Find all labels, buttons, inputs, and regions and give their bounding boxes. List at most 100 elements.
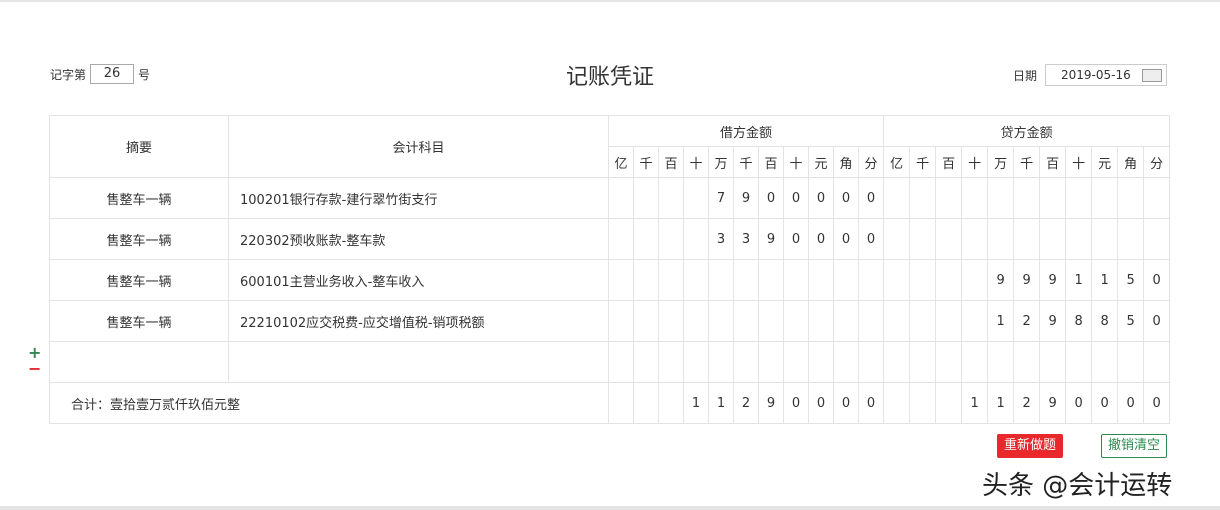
credit-digit-cell[interactable]: 8	[1065, 300, 1093, 342]
credit-digit-cell[interactable]: 8	[1091, 300, 1119, 342]
credit-digit-cell[interactable]	[883, 177, 911, 219]
credit-digit-cell[interactable]	[1117, 341, 1145, 383]
debit-digit-cell[interactable]	[633, 341, 659, 383]
account-cell[interactable]: 100201银行存款-建行翠竹街支行	[228, 177, 609, 219]
debit-digit-cell[interactable]: 0	[783, 218, 809, 260]
debit-digit-cell[interactable]: 0	[857, 218, 885, 260]
total-credit-digit-cell[interactable]	[909, 382, 937, 424]
credit-digit-cell[interactable]	[935, 177, 963, 219]
debit-digit-cell[interactable]	[633, 300, 659, 342]
total-credit-digit-cell[interactable]	[883, 382, 911, 424]
credit-digit-cell[interactable]	[909, 259, 937, 301]
credit-digit-cell[interactable]	[883, 341, 911, 383]
credit-digit-cell[interactable]: 9	[987, 259, 1015, 301]
credit-digit-cell[interactable]	[987, 218, 1015, 260]
credit-digit-cell[interactable]	[909, 177, 937, 219]
total-credit-digit-cell[interactable]: 1	[987, 382, 1015, 424]
credit-digit-cell[interactable]	[987, 177, 1015, 219]
credit-digit-cell[interactable]: 9	[1013, 259, 1041, 301]
credit-digit-cell[interactable]: 9	[1039, 259, 1067, 301]
debit-digit-cell[interactable]	[608, 218, 634, 260]
credit-digit-cell[interactable]	[961, 218, 989, 260]
credit-digit-cell[interactable]	[935, 218, 963, 260]
total-debit-digit-cell[interactable]: 9	[758, 382, 784, 424]
total-debit-digit-cell[interactable]: 0	[808, 382, 834, 424]
debit-digit-cell[interactable]	[833, 300, 859, 342]
debit-digit-cell[interactable]	[658, 177, 684, 219]
remove-row-button[interactable]: −	[28, 359, 41, 378]
debit-digit-cell[interactable]	[683, 218, 709, 260]
debit-digit-cell[interactable]: 0	[857, 177, 885, 219]
debit-digit-cell[interactable]	[658, 341, 684, 383]
total-debit-digit-cell[interactable]: 0	[783, 382, 809, 424]
credit-digit-cell[interactable]	[1143, 341, 1171, 383]
debit-digit-cell[interactable]: 0	[758, 177, 784, 219]
debit-digit-cell[interactable]: 0	[808, 218, 834, 260]
summary-cell[interactable]: 售整车一辆	[49, 300, 229, 342]
credit-digit-cell[interactable]	[1091, 177, 1119, 219]
credit-digit-cell[interactable]	[1013, 177, 1041, 219]
debit-digit-cell[interactable]	[833, 341, 859, 383]
credit-digit-cell[interactable]	[883, 300, 911, 342]
credit-digit-cell[interactable]	[1065, 218, 1093, 260]
credit-digit-cell[interactable]: 0	[1143, 300, 1171, 342]
total-debit-digit-cell[interactable]	[633, 382, 659, 424]
debit-digit-cell[interactable]	[708, 300, 734, 342]
debit-digit-cell[interactable]: 0	[833, 177, 859, 219]
total-debit-digit-cell[interactable]: 0	[857, 382, 885, 424]
debit-digit-cell[interactable]	[608, 259, 634, 301]
debit-digit-cell[interactable]	[857, 300, 885, 342]
debit-digit-cell[interactable]	[783, 341, 809, 383]
credit-digit-cell[interactable]	[1013, 341, 1041, 383]
credit-digit-cell[interactable]	[1143, 218, 1171, 260]
debit-digit-cell[interactable]: 3	[733, 218, 759, 260]
summary-cell[interactable]: 售整车一辆	[49, 259, 229, 301]
debit-digit-cell[interactable]	[758, 259, 784, 301]
debit-digit-cell[interactable]	[708, 341, 734, 383]
debit-digit-cell[interactable]	[633, 177, 659, 219]
debit-digit-cell[interactable]	[708, 259, 734, 301]
debit-digit-cell[interactable]	[808, 259, 834, 301]
credit-digit-cell[interactable]	[961, 300, 989, 342]
credit-digit-cell[interactable]	[1091, 218, 1119, 260]
credit-digit-cell[interactable]: 0	[1143, 259, 1171, 301]
debit-digit-cell[interactable]	[658, 259, 684, 301]
credit-digit-cell[interactable]	[1091, 341, 1119, 383]
account-cell[interactable]: 220302预收账款-整车款	[228, 218, 609, 260]
calendar-icon[interactable]	[1142, 69, 1163, 82]
debit-digit-cell[interactable]	[633, 218, 659, 260]
total-credit-digit-cell[interactable]: 0	[1117, 382, 1145, 424]
debit-digit-cell[interactable]: 0	[833, 218, 859, 260]
debit-digit-cell[interactable]	[608, 177, 634, 219]
total-debit-digit-cell[interactable]: 1	[708, 382, 734, 424]
summary-cell[interactable]: 售整车一辆	[49, 218, 229, 260]
credit-digit-cell[interactable]	[961, 177, 989, 219]
total-credit-digit-cell[interactable]: 2	[1013, 382, 1041, 424]
debit-digit-cell[interactable]	[733, 300, 759, 342]
credit-digit-cell[interactable]	[1039, 341, 1067, 383]
credit-digit-cell[interactable]	[1065, 341, 1093, 383]
credit-digit-cell[interactable]	[1039, 177, 1067, 219]
debit-digit-cell[interactable]	[683, 177, 709, 219]
debit-digit-cell[interactable]	[833, 259, 859, 301]
credit-digit-cell[interactable]: 1	[1091, 259, 1119, 301]
credit-digit-cell[interactable]	[935, 259, 963, 301]
credit-digit-cell[interactable]: 5	[1117, 300, 1145, 342]
debit-digit-cell[interactable]	[783, 300, 809, 342]
credit-digit-cell[interactable]	[1065, 177, 1093, 219]
debit-digit-cell[interactable]	[683, 341, 709, 383]
debit-digit-cell[interactable]	[658, 300, 684, 342]
credit-digit-cell[interactable]	[987, 341, 1015, 383]
debit-digit-cell[interactable]	[857, 259, 885, 301]
credit-digit-cell[interactable]	[883, 218, 911, 260]
account-cell[interactable]	[228, 341, 609, 383]
credit-digit-cell[interactable]	[909, 341, 937, 383]
credit-digit-cell[interactable]: 5	[1117, 259, 1145, 301]
credit-digit-cell[interactable]	[909, 218, 937, 260]
total-credit-digit-cell[interactable]	[935, 382, 963, 424]
credit-digit-cell[interactable]	[883, 259, 911, 301]
debit-digit-cell[interactable]: 0	[783, 177, 809, 219]
credit-digit-cell[interactable]	[1117, 218, 1145, 260]
total-debit-digit-cell[interactable]: 1	[683, 382, 709, 424]
debit-digit-cell[interactable]: 3	[708, 218, 734, 260]
